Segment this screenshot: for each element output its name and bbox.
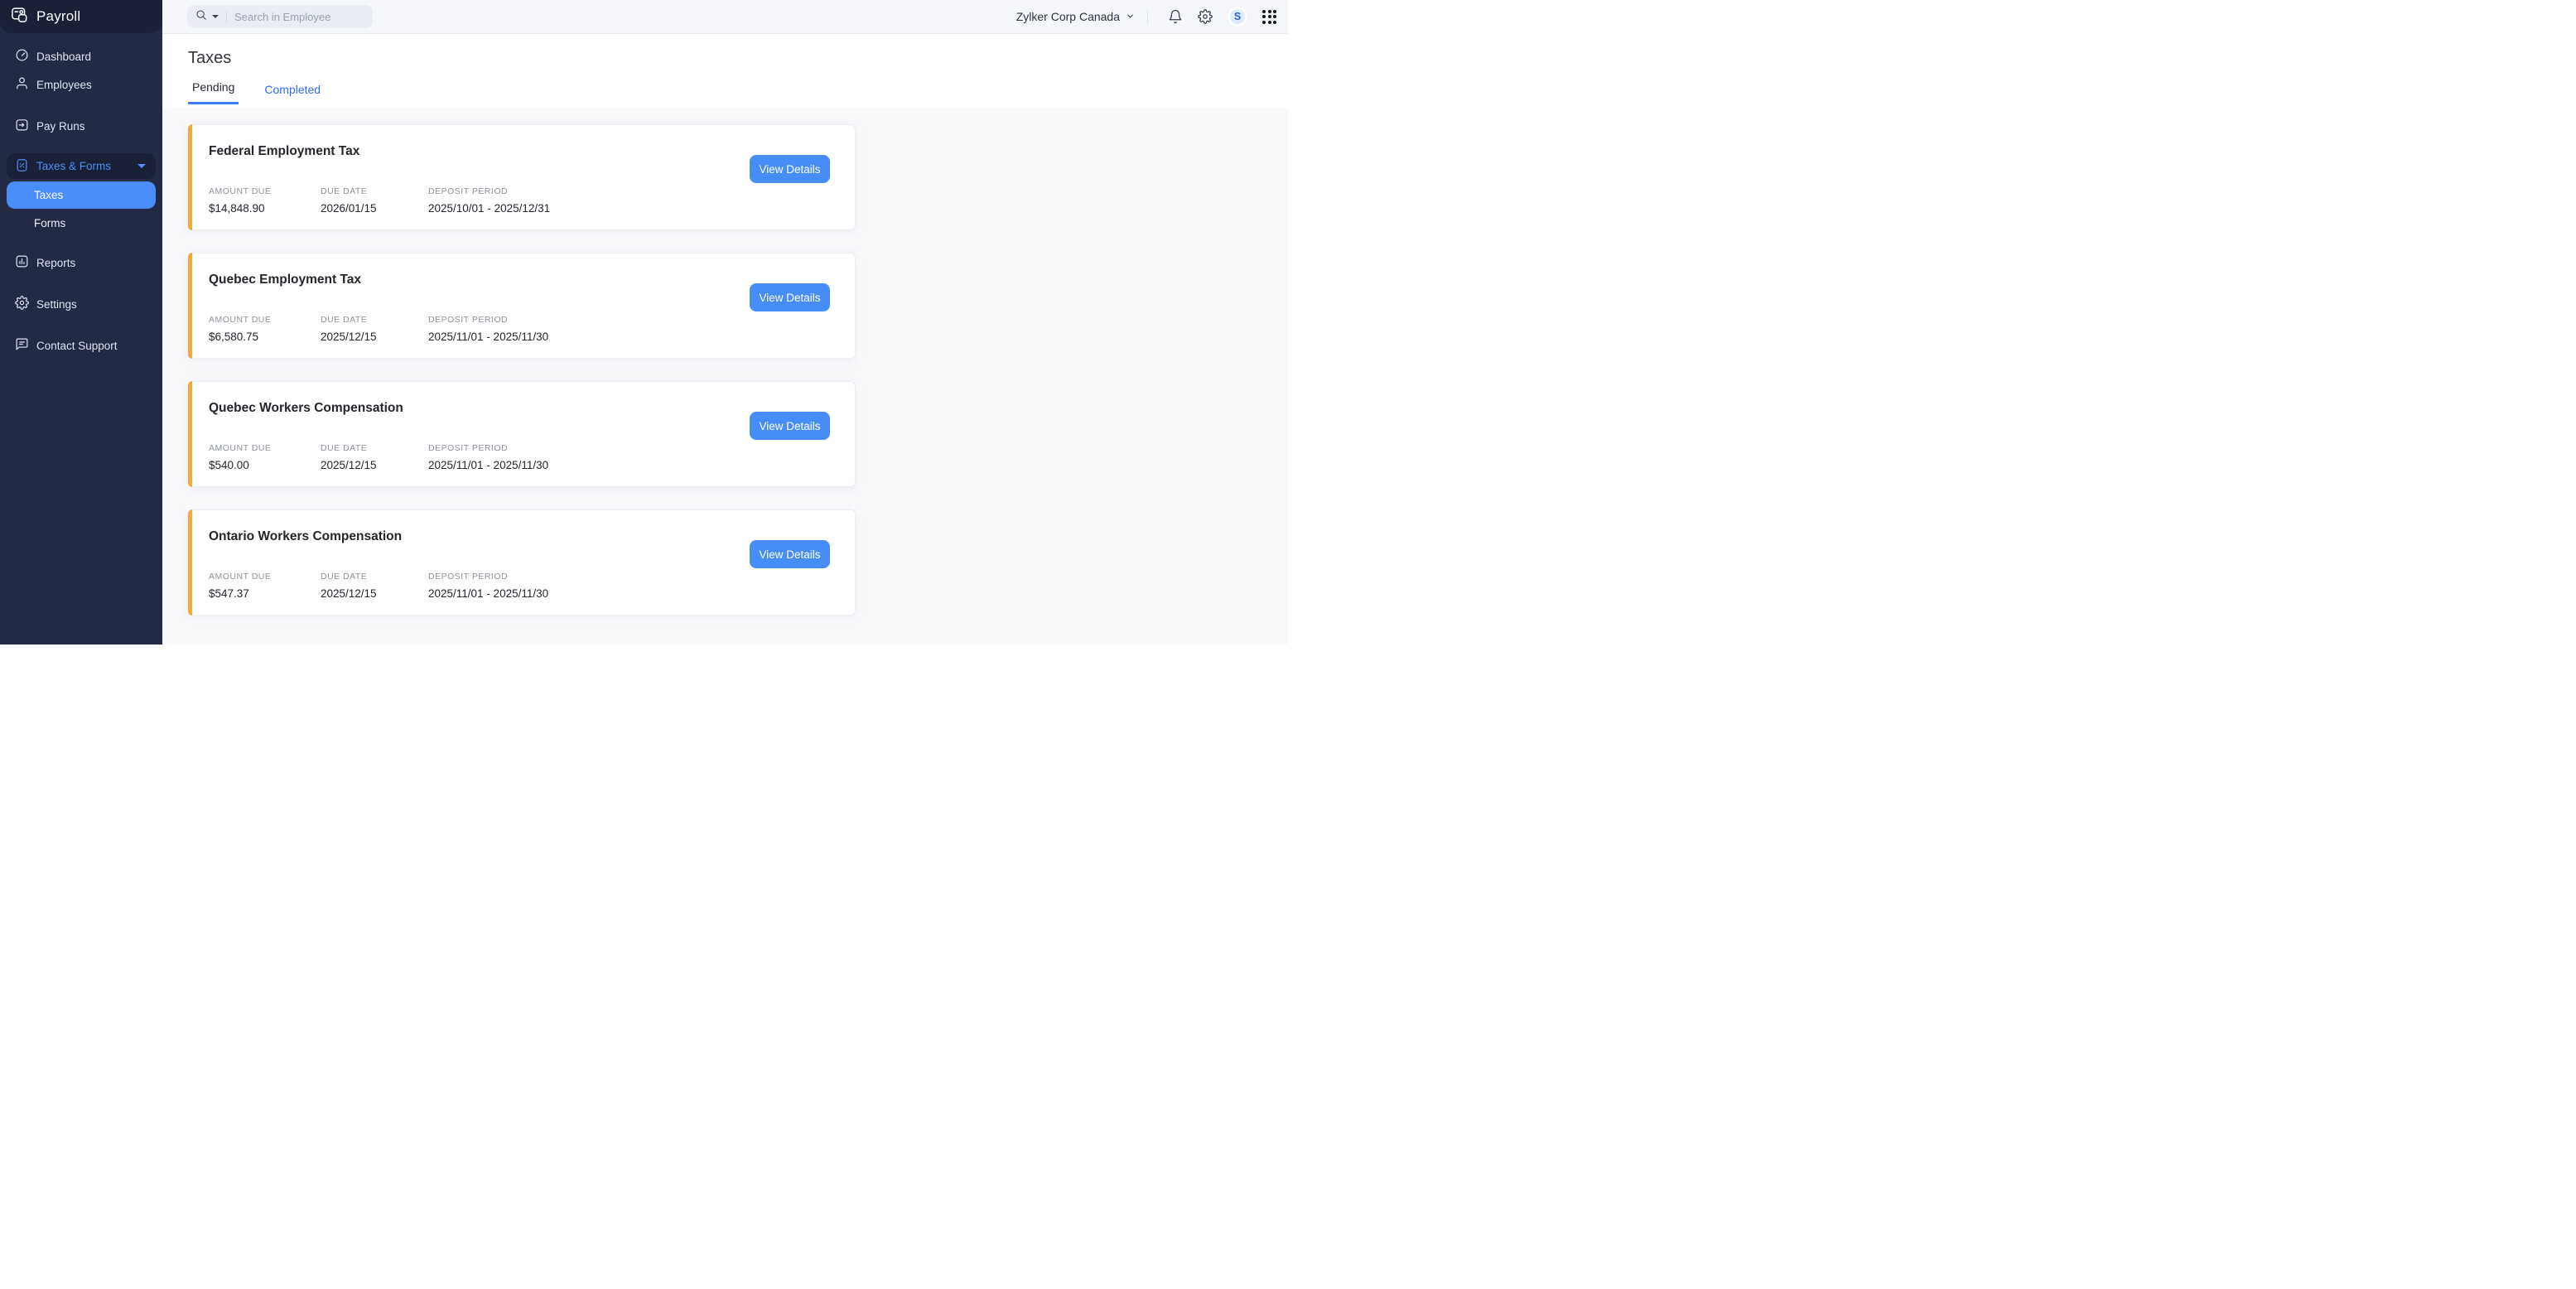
tax-card-title: Ontario Workers Compensation xyxy=(209,529,402,544)
due-date-value: 2025/12/15 xyxy=(321,459,428,471)
company-name: Zylker Corp Canada xyxy=(1016,10,1120,23)
user-avatar[interactable]: S xyxy=(1228,7,1247,27)
amount-due-value: $6,580.75 xyxy=(209,331,321,343)
sidebar-item-taxes-and-forms[interactable]: Taxes & Forms xyxy=(7,153,156,179)
sidebar-item-label: Contact Support xyxy=(36,340,118,352)
sidebar-item-label: Settings xyxy=(36,298,77,311)
sidebar-item-pay-runs[interactable]: Pay Runs xyxy=(7,112,156,140)
company-selector[interactable]: Zylker Corp Canada xyxy=(1016,10,1135,23)
sidebar-item-label: Dashboard xyxy=(36,51,91,63)
deposit-period-value: 2025/10/01 - 2025/12/31 xyxy=(428,202,550,215)
due-date-value: 2025/12/15 xyxy=(321,331,428,343)
top-bar-right: Zylker Corp Canada S xyxy=(1016,7,1288,27)
sidebar-item-employees[interactable]: Employees xyxy=(7,70,156,99)
person-icon xyxy=(15,76,29,93)
deposit-period-value: 2025/11/01 - 2025/11/30 xyxy=(428,587,548,600)
bell-icon xyxy=(1168,9,1183,24)
due-date-label: DUE DATE xyxy=(321,186,428,196)
avatar-letter: S xyxy=(1234,11,1241,22)
tabs: Pending Completed xyxy=(188,80,1288,104)
tax-card-title: Quebec Workers Compensation xyxy=(209,401,403,416)
tax-card: Federal Employment Tax View Details AMOU… xyxy=(188,124,856,230)
app-logo-bar[interactable]: Payroll xyxy=(0,0,162,33)
tax-card: Ontario Workers Compensation View Detail… xyxy=(188,509,856,616)
sidebar-item-label: Taxes & Forms xyxy=(36,160,111,172)
tax-card-meta: AMOUNT DUE $6,580.75 DUE DATE 2025/12/15… xyxy=(209,315,548,343)
due-date-label: DUE DATE xyxy=(321,315,428,325)
amount-due-value: $547.37 xyxy=(209,587,321,600)
amount-due-value: $14,848.90 xyxy=(209,202,321,215)
due-date-value: 2025/12/15 xyxy=(321,587,428,600)
tax-card-list: Federal Employment Tax View Details AMOU… xyxy=(162,109,1288,644)
sidebar-item-reports[interactable]: Reports xyxy=(7,249,156,277)
bar-chart-icon xyxy=(15,254,29,271)
amount-due-label: AMOUNT DUE xyxy=(209,315,321,325)
top-bar: Zylker Corp Canada S xyxy=(162,0,1288,34)
calendar-arrow-icon xyxy=(15,118,29,134)
deposit-period-label: DEPOSIT PERIOD xyxy=(428,186,550,196)
tab-completed[interactable]: Completed xyxy=(260,83,325,104)
payroll-logo-icon xyxy=(11,6,28,27)
speedometer-icon xyxy=(15,48,29,65)
notifications-button[interactable] xyxy=(1168,9,1183,24)
header-divider xyxy=(1147,10,1148,24)
deposit-period-label: DEPOSIT PERIOD xyxy=(428,315,548,325)
amount-due-label: AMOUNT DUE xyxy=(209,186,321,196)
search-input[interactable] xyxy=(234,11,359,23)
page-head: Taxes Pending Completed xyxy=(162,34,1288,109)
sidebar-item-label: Forms xyxy=(34,217,65,229)
view-details-button[interactable]: View Details xyxy=(750,540,830,568)
search-scope-caret-icon[interactable] xyxy=(212,15,219,18)
amount-due-label: AMOUNT DUE xyxy=(209,443,321,453)
sidebar-nav: Dashboard Employees Pay Runs Taxes & For… xyxy=(0,33,162,360)
sidebar-item-settings[interactable]: Settings xyxy=(7,290,156,318)
chat-bubble-icon xyxy=(15,337,29,354)
sidebar-subitem-forms[interactable]: Forms xyxy=(7,209,156,237)
percent-document-icon xyxy=(15,158,29,175)
global-search[interactable] xyxy=(187,5,373,28)
tax-card-meta: AMOUNT DUE $547.37 DUE DATE 2025/12/15 D… xyxy=(209,572,548,600)
deposit-period-label: DEPOSIT PERIOD xyxy=(428,443,548,453)
chevron-down-icon xyxy=(1126,10,1135,23)
deposit-period-value: 2025/11/01 - 2025/11/30 xyxy=(428,459,548,471)
sidebar: Payroll Dashboard Employees Pay Runs Tax… xyxy=(0,0,162,644)
sidebar-item-contact-support[interactable]: Contact Support xyxy=(7,331,156,360)
gear-icon xyxy=(1198,9,1213,24)
view-details-button[interactable]: View Details xyxy=(750,412,830,440)
apps-grid-button[interactable] xyxy=(1262,10,1276,24)
tax-card-title: Quebec Employment Tax xyxy=(209,273,361,287)
amount-due-value: $540.00 xyxy=(209,459,321,471)
sidebar-subitem-taxes[interactable]: Taxes xyxy=(7,181,156,209)
tab-pending[interactable]: Pending xyxy=(188,80,239,104)
view-details-button[interactable]: View Details xyxy=(750,283,830,311)
page-title: Taxes xyxy=(188,49,1288,68)
tax-card: Quebec Employment Tax View Details AMOUN… xyxy=(188,253,856,359)
sidebar-item-label: Pay Runs xyxy=(36,120,85,133)
app-name: Payroll xyxy=(36,8,80,25)
tax-card-title: Federal Employment Tax xyxy=(209,144,359,159)
caret-down-icon xyxy=(137,164,146,168)
deposit-period-label: DEPOSIT PERIOD xyxy=(428,572,548,582)
due-date-label: DUE DATE xyxy=(321,572,428,582)
amount-due-label: AMOUNT DUE xyxy=(209,572,321,582)
view-details-button[interactable]: View Details xyxy=(750,155,830,183)
search-divider xyxy=(226,11,227,23)
search-icon[interactable] xyxy=(195,9,207,25)
deposit-period-value: 2025/11/01 - 2025/11/30 xyxy=(428,331,548,343)
sidebar-item-dashboard[interactable]: Dashboard xyxy=(7,42,156,70)
sidebar-item-label: Reports xyxy=(36,257,75,269)
tax-card-meta: AMOUNT DUE $540.00 DUE DATE 2025/12/15 D… xyxy=(209,443,548,471)
tax-card-meta: AMOUNT DUE $14,848.90 DUE DATE 2026/01/1… xyxy=(209,186,550,215)
settings-button[interactable] xyxy=(1198,9,1213,24)
sidebar-item-label: Taxes xyxy=(34,189,63,201)
sidebar-item-label: Employees xyxy=(36,79,92,91)
tax-card: Quebec Workers Compensation View Details… xyxy=(188,381,856,487)
due-date-label: DUE DATE xyxy=(321,443,428,453)
main-area: Zylker Corp Canada S Taxes Pending xyxy=(162,0,1288,644)
due-date-value: 2026/01/15 xyxy=(321,202,428,215)
gear-icon xyxy=(15,296,29,312)
